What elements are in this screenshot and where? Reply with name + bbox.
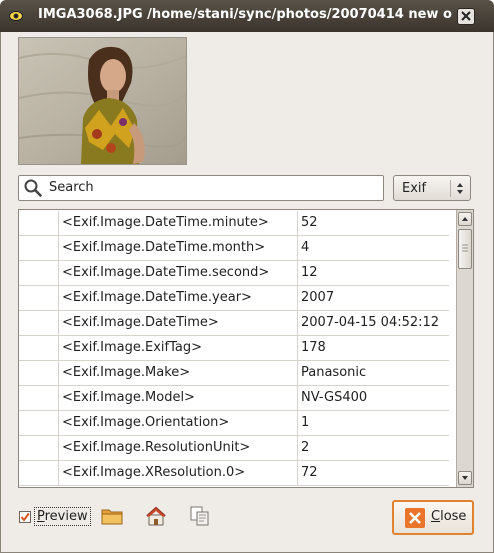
scroll-down-button[interactable] bbox=[458, 471, 472, 485]
photo-preview bbox=[18, 37, 187, 165]
table-row[interactable]: <Exif.Image.ResolutionUnit> 2 bbox=[19, 436, 449, 461]
tag-cell: <Exif.Image.DateTime.year> bbox=[58, 286, 298, 310]
tag-cell: <Exif.Image.Make> bbox=[58, 361, 298, 385]
table-row[interactable]: <Exif.Image.Model> NV-GS400 bbox=[19, 386, 449, 411]
arrow-down-icon bbox=[462, 476, 468, 480]
table-row[interactable]: <Exif.Image.Make> Panasonic bbox=[19, 361, 449, 386]
arrow-up-icon bbox=[462, 217, 468, 221]
tag-cell: <Exif.Image.XResolution.0> bbox=[58, 461, 298, 485]
tag-cell: <Exif.Image.ResolutionUnit> bbox=[58, 436, 298, 460]
tag-cell: <Exif.Image.DateTime> bbox=[58, 311, 298, 335]
value-cell: 2007 bbox=[301, 290, 335, 305]
row-marker-cell bbox=[19, 236, 59, 260]
value-cell: 12 bbox=[301, 265, 318, 280]
row-marker-cell bbox=[19, 411, 59, 435]
tag-cell: <Exif.Image.DateTime.second> bbox=[58, 261, 298, 285]
row-marker-cell bbox=[19, 286, 59, 310]
home-icon[interactable] bbox=[144, 505, 168, 527]
eye-icon bbox=[9, 11, 23, 21]
tag-cell: <Exif.Image.DateTime.minute> bbox=[58, 211, 298, 235]
metadata-table[interactable]: <Exif.Image.DateTime.minute> 52 <Exif.Imag… bbox=[18, 209, 474, 488]
tag-cell: <Exif.Image.Orientation> bbox=[58, 411, 298, 435]
value-cell: 2007-04-15 04:52:12 bbox=[301, 315, 440, 330]
window-title: IMGA3068.JPG /home/stani/sync/photos/200… bbox=[38, 7, 452, 22]
table-row[interactable]: <Exif.Image.XResolution.0> 72 bbox=[19, 461, 449, 486]
value-cell: Panasonic bbox=[301, 365, 367, 380]
close-button[interactable]: Close bbox=[392, 500, 474, 535]
search-field[interactable]: Search bbox=[18, 175, 384, 201]
row-marker-cell bbox=[19, 386, 59, 410]
window-close-icon bbox=[461, 11, 471, 21]
scroll-up-button[interactable] bbox=[458, 212, 472, 226]
preview-label[interactable]: Preview bbox=[34, 507, 91, 526]
checkmark-icon bbox=[20, 512, 30, 522]
folder-icon[interactable] bbox=[100, 505, 124, 527]
row-marker-cell bbox=[19, 211, 59, 235]
metadata-window: IMGA3068.JPG /home/stani/sync/photos/200… bbox=[0, 0, 494, 553]
metadata-type-value: Exif bbox=[402, 181, 427, 196]
title-bar[interactable]: IMGA3068.JPG /home/stani/sync/photos/200… bbox=[0, 0, 494, 32]
window-close-button[interactable] bbox=[457, 8, 475, 25]
row-marker-cell bbox=[19, 361, 59, 385]
value-cell: 72 bbox=[301, 465, 318, 480]
table-row[interactable]: <Exif.Image.Orientation> 1 bbox=[19, 411, 449, 436]
value-cell: 2 bbox=[301, 440, 310, 455]
search-placeholder: Search bbox=[49, 180, 94, 195]
value-cell: NV-GS400 bbox=[301, 390, 368, 405]
tag-cell: <Exif.Image.ExifTag> bbox=[58, 336, 298, 360]
close-button-label: Close bbox=[431, 509, 467, 524]
table-row[interactable]: <Exif.Image.DateTime.month> 4 bbox=[19, 236, 449, 261]
row-marker-cell bbox=[19, 261, 59, 285]
metadata-type-select[interactable]: Exif bbox=[393, 175, 471, 201]
updown-arrow-icon bbox=[457, 183, 463, 194]
row-marker-cell bbox=[19, 336, 59, 360]
table-row[interactable]: <Exif.Image.DateTime.year> 2007 bbox=[19, 286, 449, 311]
tag-cell: <Exif.Image.DateTime.month> bbox=[58, 236, 298, 260]
table-row[interactable]: <Exif.Image.DateTime> 2007-04-15 04:52:12 bbox=[19, 311, 449, 336]
preview-checkbox[interactable] bbox=[19, 511, 31, 523]
tag-cell: <Exif.Image.Model> bbox=[58, 386, 298, 410]
close-icon bbox=[405, 508, 425, 528]
scroll-thumb[interactable] bbox=[458, 229, 472, 269]
row-marker-cell bbox=[19, 311, 59, 335]
value-cell: 178 bbox=[301, 340, 326, 355]
vertical-scrollbar[interactable] bbox=[456, 210, 473, 487]
value-cell: 1 bbox=[301, 415, 310, 430]
row-marker-cell bbox=[19, 461, 59, 485]
value-cell: 4 bbox=[301, 240, 310, 255]
combo-divider bbox=[450, 180, 451, 197]
search-icon bbox=[24, 179, 42, 197]
table-row[interactable]: <Exif.Image.ExifTag> 178 bbox=[19, 336, 449, 361]
table-row[interactable]: <Exif.Image.DateTime.second> 12 bbox=[19, 261, 449, 286]
row-marker-cell bbox=[19, 436, 59, 460]
copy-icon[interactable] bbox=[188, 505, 212, 527]
table-row[interactable]: <Exif.Image.DateTime.minute> 52 bbox=[19, 211, 449, 236]
value-cell: 52 bbox=[301, 215, 318, 230]
